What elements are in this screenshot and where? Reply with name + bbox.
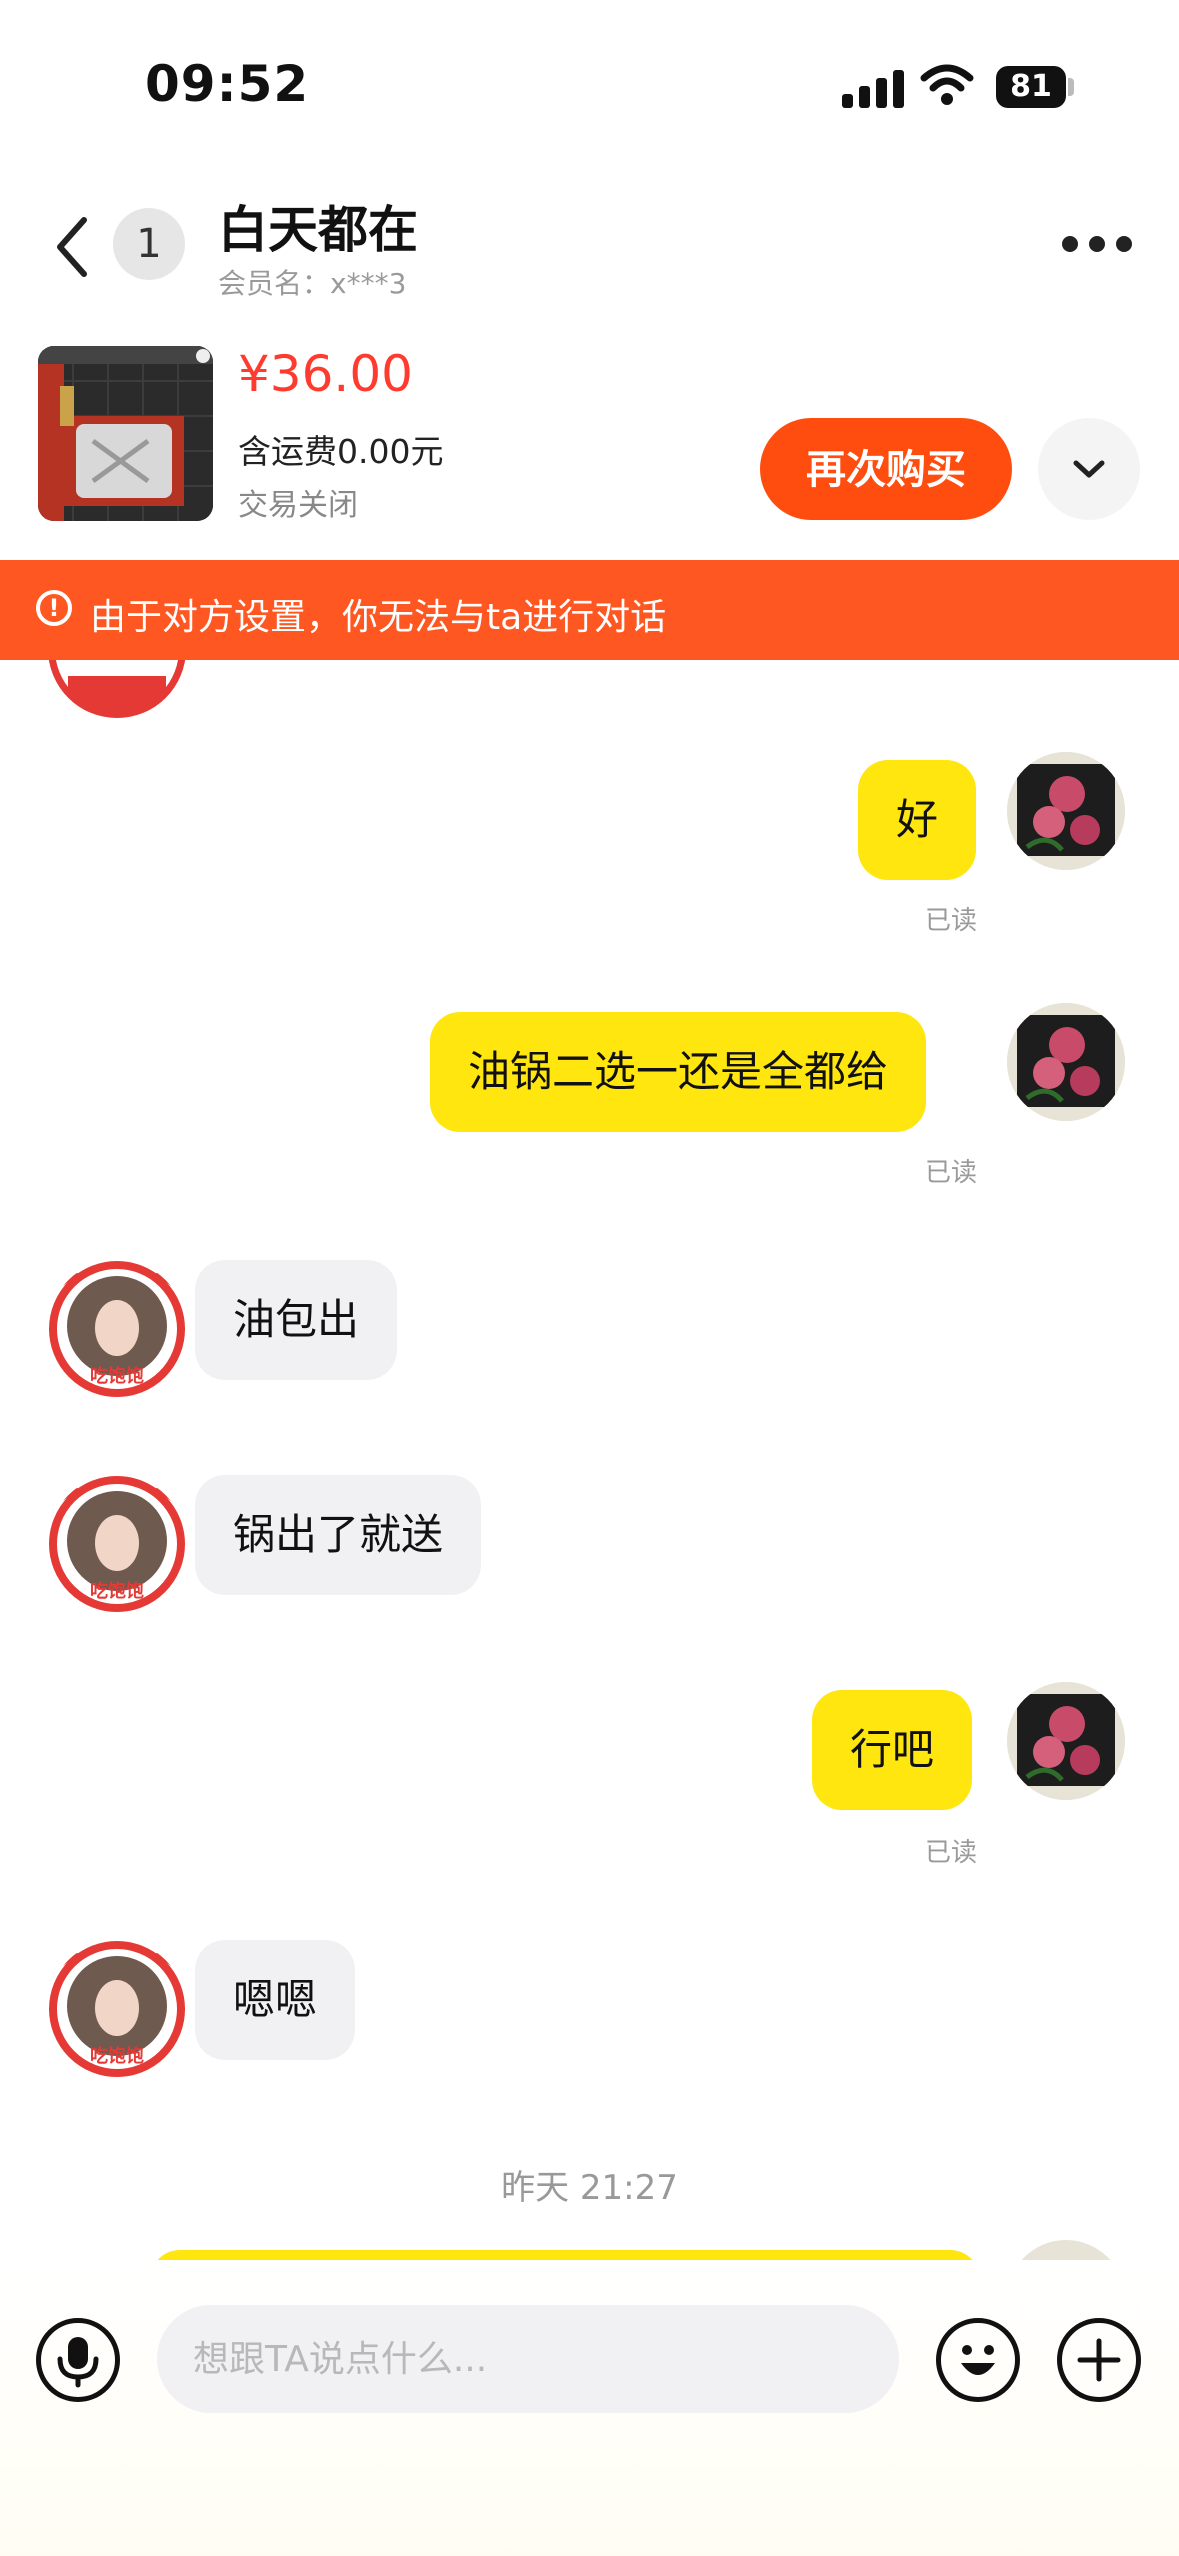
my-avatar[interactable]: [1007, 1682, 1125, 1800]
shipping-fee: 含运费0.00元: [238, 432, 444, 471]
alert-icon: !: [36, 590, 72, 626]
other-avatar[interactable]: 吃饱饱: [48, 1260, 186, 1398]
chevron-down-icon: [1073, 460, 1105, 478]
my-avatar: [1007, 2240, 1125, 2260]
message-bubble-me[interactable]: 行吧: [812, 1690, 973, 1810]
wifi-icon: [920, 64, 974, 105]
product-thumbnail[interactable]: [38, 346, 213, 521]
message-bubble-other[interactable]: 油包出: [195, 1260, 398, 1380]
other-avatar[interactable]: 吃饱饱: [48, 1475, 186, 1613]
read-receipt: 已读: [925, 906, 978, 936]
status-time: 09:52: [145, 55, 310, 113]
other-avatar[interactable]: 吃饱饱: [48, 1940, 186, 2078]
battery-cap: [1068, 78, 1074, 96]
more-actions-button[interactable]: [1057, 2318, 1141, 2402]
chat-message-list[interactable]: 好 已读 油锅二选一还是全都给 已读 吃饱饱 油包出 吃饱饱 锅出了就送 行吧 …: [0, 660, 1179, 2260]
time-divider: 昨天 21:27: [501, 2168, 678, 2208]
message-bubble-me[interactable]: 油锅二选一还是全都给: [430, 1012, 927, 1132]
status-bar: 09:52 81: [0, 0, 1179, 160]
smiley-icon: [961, 2345, 995, 2375]
chat-title: 白天都在: [218, 201, 418, 259]
expand-button[interactable]: [1038, 418, 1140, 520]
read-receipt: 已读: [925, 1158, 978, 1188]
svg-text:吃饱饱: 吃饱饱: [90, 1365, 144, 1387]
trade-status: 交易关闭: [238, 488, 358, 523]
other-avatar[interactable]: [48, 660, 186, 718]
message-bubble-me[interactable]: 好: [858, 760, 977, 880]
svg-text:吃饱饱: 吃饱饱: [90, 2045, 144, 2067]
warning-text: 由于对方设置，你无法与ta进行对话: [90, 597, 667, 638]
microphone-button[interactable]: [36, 2318, 120, 2402]
message-bubble-partial: [150, 2250, 980, 2260]
message-bubble-other[interactable]: 锅出了就送: [195, 1475, 482, 1595]
rebuy-button[interactable]: 再次购买: [760, 418, 1012, 520]
emoji-button[interactable]: [936, 2318, 1020, 2402]
blocked-warning-banner: ! 由于对方设置，你无法与ta进行对话: [0, 560, 1179, 660]
unread-count-badge[interactable]: 1: [113, 208, 185, 280]
back-arrow-icon[interactable]: [52, 212, 92, 282]
microphone-icon: [57, 2337, 99, 2388]
message-input[interactable]: [157, 2305, 899, 2413]
cellular-signal-icon: [842, 70, 904, 108]
more-options-icon[interactable]: [1062, 232, 1132, 256]
my-avatar[interactable]: [1007, 1003, 1125, 1121]
message-bubble-other[interactable]: 嗯嗯: [195, 1940, 356, 2060]
svg-text:吃饱饱: 吃饱饱: [90, 1580, 144, 1602]
plus-icon: [1077, 2338, 1121, 2382]
read-receipt: 已读: [925, 1838, 978, 1868]
member-name: 会员名：x***3: [218, 267, 407, 300]
product-price: ¥36.00: [238, 345, 413, 403]
my-avatar[interactable]: [1007, 752, 1125, 870]
battery-indicator: 81: [996, 66, 1066, 108]
